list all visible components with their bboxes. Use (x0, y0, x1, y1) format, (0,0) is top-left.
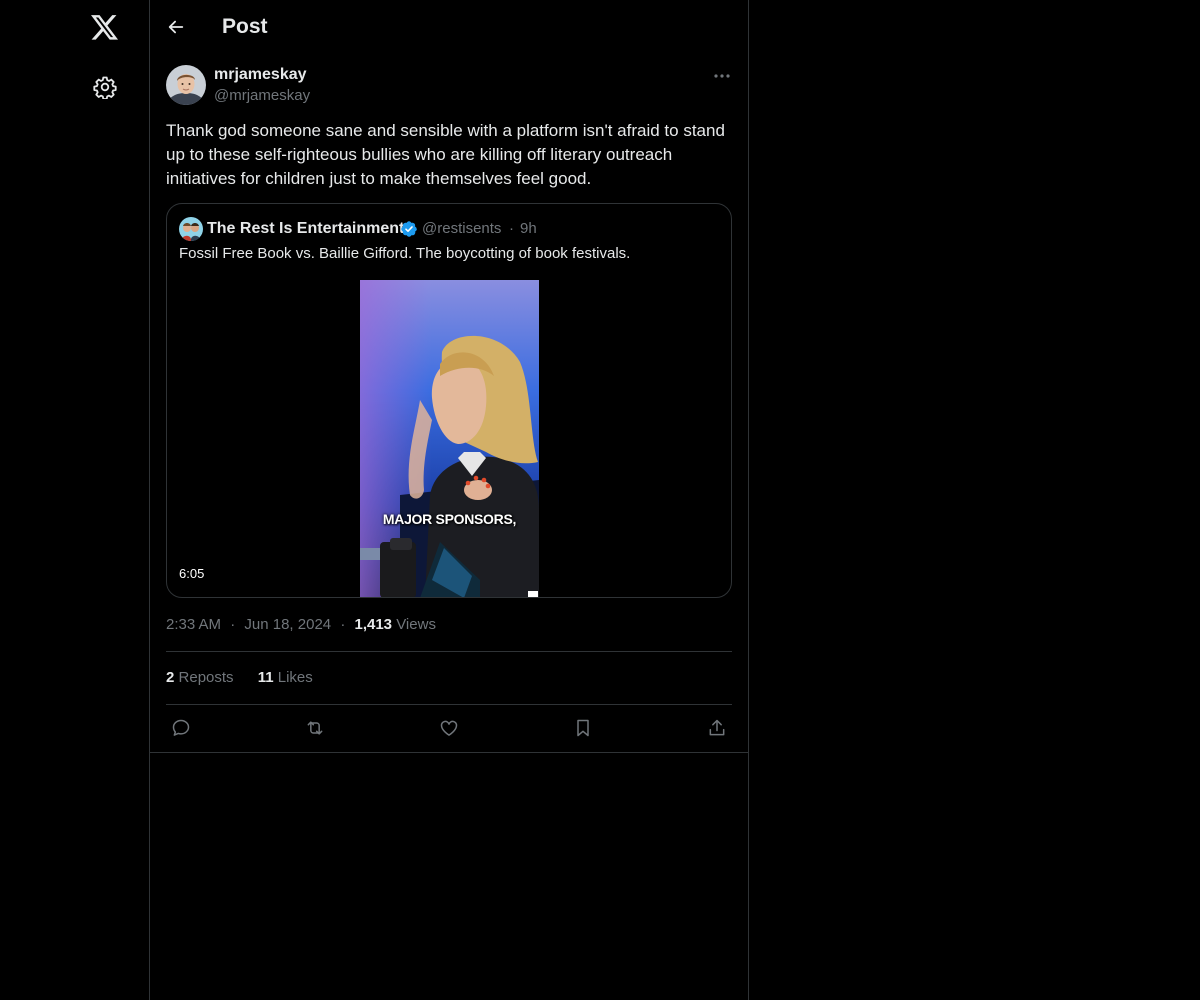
quote-author-name: The Rest Is Entertainment (207, 220, 405, 237)
repost-icon (307, 721, 323, 735)
tweet-time[interactable]: 2:33 AM (166, 616, 221, 633)
likes-label: Likes (277, 669, 313, 686)
page-title: Post (222, 15, 268, 38)
bookmark-icon (577, 719, 589, 737)
quote-text: Fossil Free Book vs. Baillie Gifford. Th… (179, 245, 631, 262)
author-handle[interactable]: @mrjameskay (214, 86, 310, 106)
arrow-left-icon (168, 20, 184, 34)
reply-button[interactable] (166, 714, 196, 742)
reposts-stat[interactable]: 2 Reposts (166, 669, 234, 686)
back-button[interactable] (158, 9, 194, 45)
repost-button[interactable] (300, 714, 330, 742)
avatar[interactable] (166, 65, 206, 105)
engagement-stats: 2 Reposts 11 Likes (166, 668, 333, 688)
more-horizontal-icon (714, 74, 730, 78)
separator-dot: · (230, 616, 236, 633)
share-button[interactable] (702, 714, 732, 742)
likes-stat[interactable]: 11 Likes (258, 669, 313, 686)
video-caption: MAJOR SPONSORS, (382, 511, 517, 527)
page-header: Post (150, 0, 748, 54)
like-button[interactable] (434, 714, 464, 742)
heart-icon (440, 720, 458, 736)
separator-dot: · (340, 616, 346, 633)
tweet-date[interactable]: Jun 18, 2024 (244, 616, 331, 633)
reposts-count: 2 (166, 669, 175, 686)
tweet-text: Thank god someone sane and sensible with… (166, 121, 725, 188)
tweet-meta: 2:33 AM · Jun 18, 2024 · 1,413 Views (166, 615, 436, 635)
bookmark-button[interactable] (568, 714, 598, 742)
likes-count: 11 (257, 669, 274, 686)
divider (150, 752, 748, 753)
more-options-button[interactable] (706, 62, 738, 90)
views-label: Views (396, 616, 436, 633)
reply-icon (172, 719, 190, 736)
divider (166, 704, 732, 705)
separator-dot: · (509, 220, 514, 237)
quote-timestamp: 9h (520, 220, 537, 237)
divider (166, 651, 732, 652)
x-logo-icon[interactable] (81, 4, 129, 52)
video-thumbnail (360, 280, 539, 597)
quote-avatar (179, 217, 203, 241)
quote-author-handle: @restisents (422, 220, 502, 237)
views-count: 1,413 (354, 616, 393, 633)
video-player[interactable]: MAJOR SPONSORS, (360, 280, 539, 597)
left-nav (0, 0, 150, 1000)
gear-icon[interactable] (81, 63, 129, 111)
video-duration: 6:05 (179, 566, 205, 581)
quote-tweet-card[interactable]: The Rest Is Entertainment @restisents · … (166, 203, 732, 598)
author-name[interactable]: mrjameskay (214, 65, 307, 85)
main-column: Post mrjameskay @mrjameskay Thank god so… (150, 0, 749, 1000)
verified-badge-icon (401, 221, 417, 237)
reposts-label: Reposts (178, 669, 234, 686)
share-icon (709, 719, 725, 736)
